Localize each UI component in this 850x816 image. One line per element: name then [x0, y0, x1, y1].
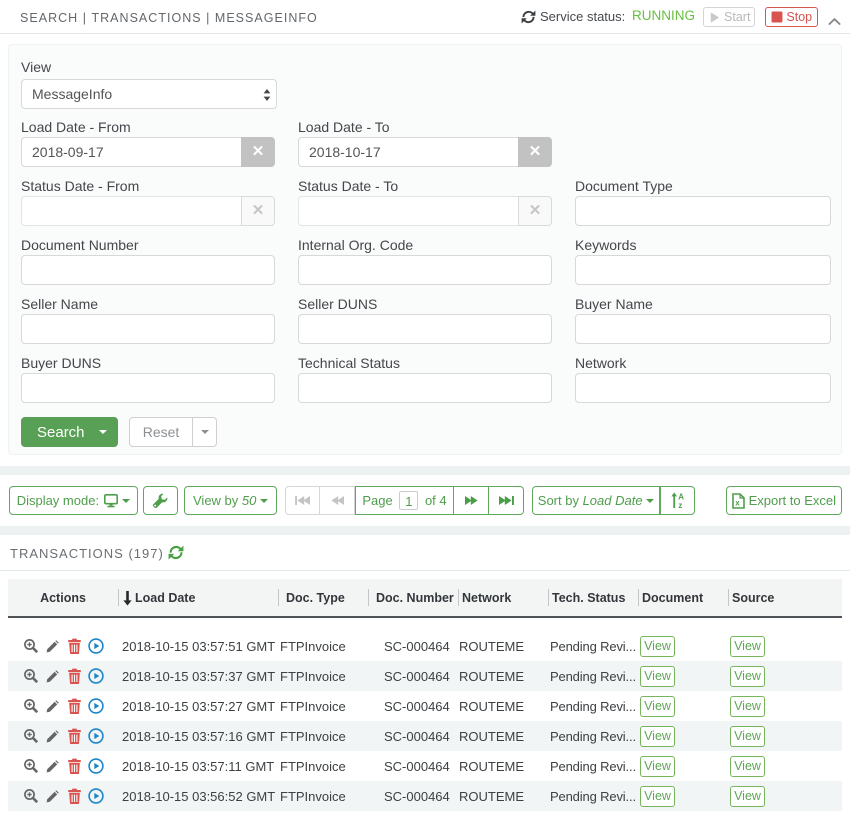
svg-text:z: z — [678, 501, 682, 509]
svg-text:x: x — [735, 498, 740, 507]
